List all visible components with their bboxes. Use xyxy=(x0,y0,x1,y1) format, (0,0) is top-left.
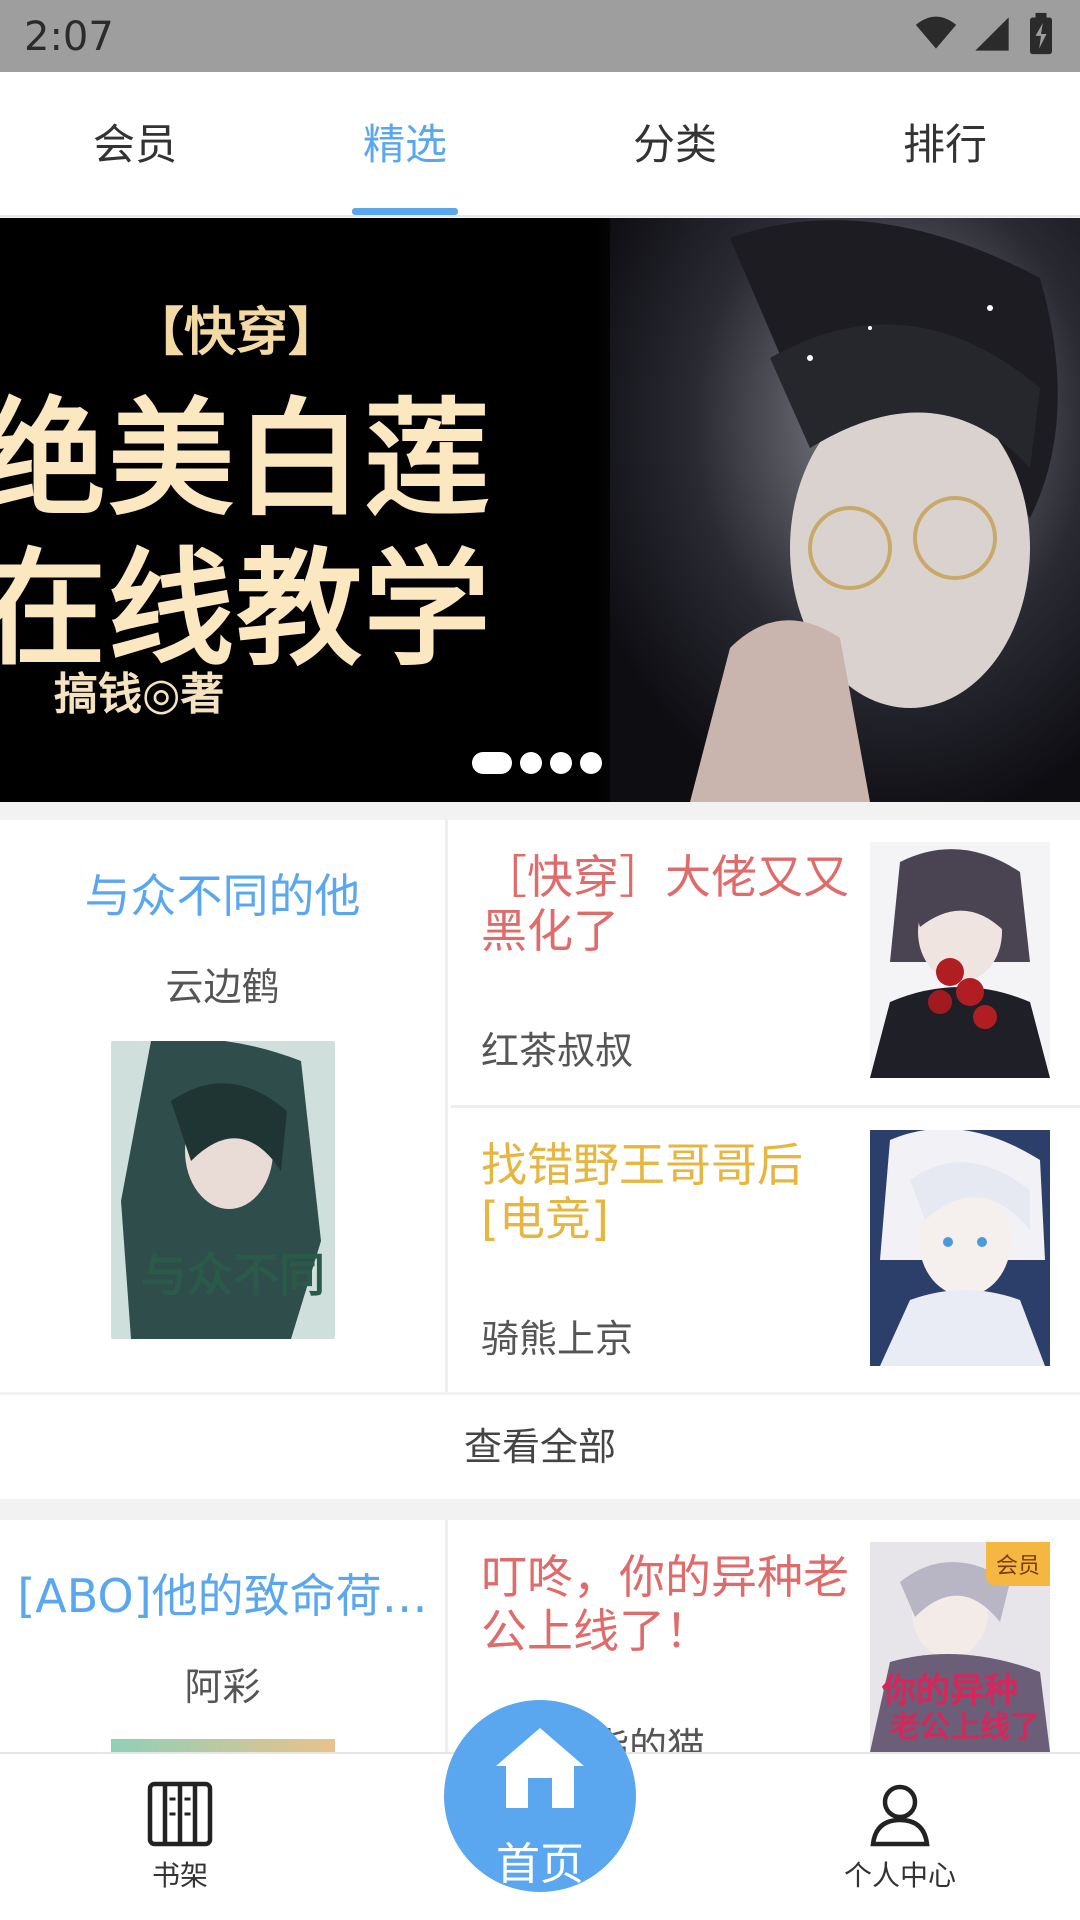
top-tabs: 会员 精选 分类 排行 xyxy=(0,72,1080,217)
nav-label: 首页 xyxy=(496,1839,584,1890)
book-info: 叮咚，你的异种老公上线了！ xyxy=(481,1550,851,1658)
book-author: 红茶叔叔 xyxy=(481,1029,634,1073)
nav-bookshelf[interactable]: 书架 xyxy=(80,1754,280,1894)
featured-book-card[interactable]: 与众不同的他 云边鹤 与众不同 xyxy=(0,820,448,1392)
book-cover-image xyxy=(870,842,1050,1078)
book-title: 叮咚，你的异种老公上线了！ xyxy=(481,1550,849,1658)
nav-label: 个人中心 xyxy=(843,1859,956,1892)
status-icons xyxy=(914,12,1056,56)
nav-home-button[interactable]: 首页 xyxy=(444,1700,636,1892)
book-author: 阿彩 xyxy=(184,1665,261,1709)
book-info: 找错野王哥哥后[电竞] xyxy=(481,1138,851,1246)
svg-text:老公上线了: 老公上线了 xyxy=(890,1710,1040,1745)
banner-pagination xyxy=(472,752,602,774)
nav-label: 书架 xyxy=(151,1859,208,1892)
tab-category[interactable]: 分类 xyxy=(540,72,810,215)
book-cover-image xyxy=(870,1130,1050,1366)
signal-icon xyxy=(975,17,1009,51)
pagination-dot[interactable] xyxy=(580,752,602,774)
banner-author: 搞钱◎著 xyxy=(54,669,225,720)
book-cover-image: 你的异种 老公上线了 会员 xyxy=(870,1542,1050,1752)
nav-profile[interactable]: 个人中心 xyxy=(800,1754,1000,1894)
battery-icon xyxy=(1030,12,1052,55)
vip-badge: 会员 xyxy=(985,1542,1050,1586)
book-author: 骑熊上京 xyxy=(481,1317,634,1361)
pagination-dot[interactable] xyxy=(520,752,542,774)
pagination-dot[interactable] xyxy=(472,752,512,774)
book-cover-image xyxy=(110,1739,335,1752)
book-title: 与众不同的他 xyxy=(84,869,361,923)
banner-character-illustration xyxy=(610,218,1080,802)
book-title: [ABO]他的致命荷… xyxy=(17,1569,428,1623)
tab-featured[interactable]: 精选 xyxy=(270,72,540,215)
book-author: 云边鹤 xyxy=(165,965,280,1009)
book-info: ［快穿］大佬又又黑化了 xyxy=(481,850,851,958)
featured-book-card[interactable]: [ABO]他的致命荷… 阿彩 xyxy=(0,1520,448,1752)
tab-vip[interactable]: 会员 xyxy=(0,72,270,215)
wifi-icon xyxy=(915,16,957,49)
status-bar: 2:07 xyxy=(0,0,1080,72)
pagination-dot[interactable] xyxy=(550,752,572,774)
bookshelf-icon xyxy=(147,1781,213,1847)
tab-ranking[interactable]: 排行 xyxy=(810,72,1080,215)
book-list-item[interactable]: 找错野王哥哥后[电竞] 骑熊上京 xyxy=(451,1108,1080,1392)
book-list-item[interactable]: ［快穿］大佬又又黑化了 红茶叔叔 xyxy=(451,820,1080,1108)
user-icon xyxy=(870,1784,930,1847)
promo-banner[interactable]: 【快穿】 绝美白莲 在线教学 搞钱◎著 xyxy=(0,218,1080,802)
svg-text:你的异种: 你的异种 xyxy=(881,1671,1018,1711)
home-icon xyxy=(496,1728,584,1808)
view-all-button[interactable]: 查看全部 xyxy=(0,1395,1080,1499)
book-cover-image: 与众不同 xyxy=(110,1041,335,1339)
book-title: ［快穿］大佬又又黑化了 xyxy=(481,850,849,958)
book-section-1: 与众不同的他 云边鹤 与众不同 ［快穿］大佬又又黑化了 红茶叔叔 找错野王哥哥后… xyxy=(0,820,1080,1392)
book-title: 找错野王哥哥后[电竞] xyxy=(481,1138,803,1246)
status-time: 2:07 xyxy=(24,14,114,60)
banner-tag: 【快穿】 xyxy=(132,302,341,363)
svg-text:与众不同: 与众不同 xyxy=(141,1248,325,1302)
